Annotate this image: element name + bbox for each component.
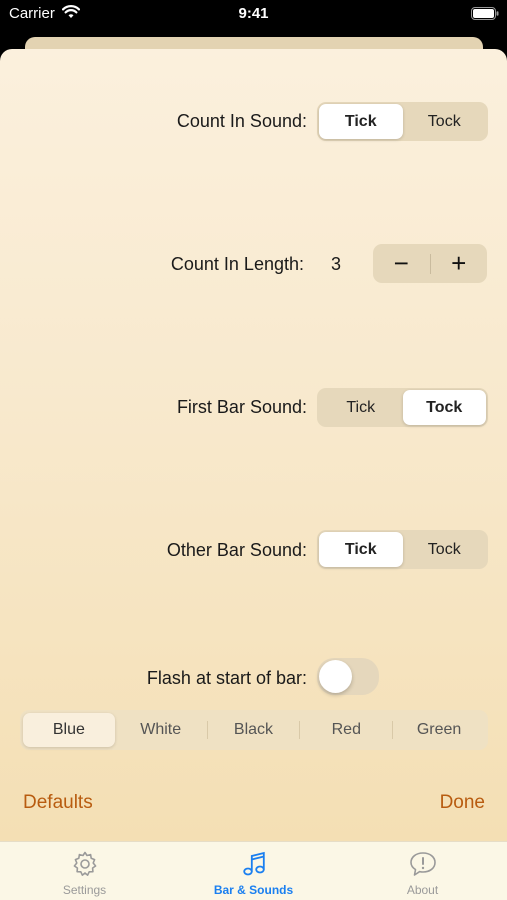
- count-in-length-stepper: − +: [373, 244, 487, 283]
- music-note-icon: [242, 851, 265, 876]
- flash-label: Flash at start of bar:: [146, 668, 307, 688]
- other-bar-sound-segmented: Tick Tock: [317, 530, 488, 569]
- first-bar-sound-tick-option[interactable]: Tick: [319, 390, 403, 425]
- count-in-sound-segmented: Tick Tock: [317, 102, 488, 141]
- tab-settings[interactable]: Settings: [0, 842, 169, 900]
- color-option-blue[interactable]: Blue: [23, 713, 115, 747]
- count-in-length-value: 3: [331, 254, 342, 274]
- color-option-white[interactable]: White: [115, 713, 207, 747]
- other-bar-sound-tick-option[interactable]: Tick: [319, 532, 403, 567]
- tab-label-about: About: [406, 883, 439, 897]
- count-in-length-label: Count In Length:: [170, 254, 304, 274]
- status-bar: Carrier 9:41: [0, 0, 507, 30]
- done-button[interactable]: Done: [440, 792, 485, 814]
- toggle-knob: [319, 660, 352, 693]
- increment-button[interactable]: +: [431, 244, 488, 283]
- count-in-sound-label: Count In Sound:: [176, 111, 307, 131]
- tab-bar-sounds[interactable]: Bar & Sounds: [169, 842, 338, 900]
- tab-bar: Settings Bar & Sounds About: [0, 841, 507, 900]
- speech-bubble-icon: [409, 852, 436, 876]
- decrement-button[interactable]: −: [373, 244, 430, 283]
- first-bar-sound-tock-option[interactable]: Tock: [402, 390, 486, 425]
- other-bar-sound-label: Other Bar Sound:: [166, 540, 307, 560]
- flash-toggle[interactable]: [317, 658, 379, 695]
- defaults-button[interactable]: Defaults: [23, 792, 93, 814]
- first-bar-sound-segmented: Tick Tock: [317, 388, 488, 427]
- color-option-green[interactable]: Green: [393, 713, 485, 747]
- other-bar-sound-tock-option[interactable]: Tock: [403, 532, 487, 567]
- tab-label-bar-sounds: Bar & Sounds: [213, 883, 294, 897]
- gear-icon: [73, 851, 96, 876]
- bar-sounds-sheet: Count In Sound: Tick Tock Count In Lengt…: [0, 49, 507, 841]
- first-bar-sound-label: First Bar Sound:: [176, 397, 307, 417]
- flash-color-segmented: Blue White Black Red Green: [20, 710, 488, 750]
- color-option-black[interactable]: Black: [208, 713, 300, 747]
- count-in-sound-tock-option[interactable]: Tock: [403, 104, 487, 139]
- battery-icon: [471, 7, 499, 20]
- tab-about[interactable]: About: [338, 842, 507, 900]
- clock: 9:41: [238, 5, 269, 22]
- tab-label-settings: Settings: [62, 883, 107, 897]
- count-in-sound-tick-option[interactable]: Tick: [319, 104, 403, 139]
- color-option-red[interactable]: Red: [300, 713, 392, 747]
